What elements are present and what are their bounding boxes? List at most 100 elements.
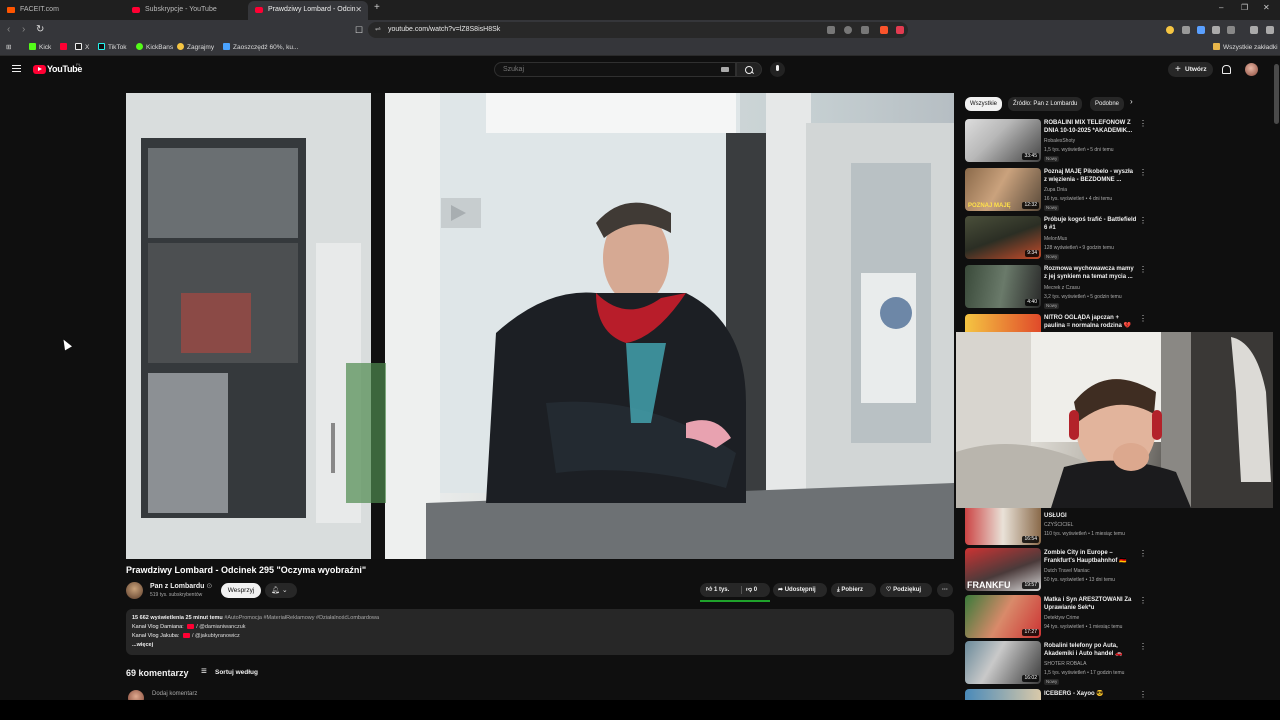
reload-icon[interactable]: ↻ [36, 24, 44, 36]
rec-title[interactable]: USŁUGI [1044, 512, 1144, 520]
support-button[interactable]: Wesprzyj [221, 583, 261, 598]
rec-thumbnail[interactable]: 16:02 [965, 641, 1041, 684]
bookmark-zagrajmy[interactable]: Zagrajmy [177, 42, 214, 54]
rec-title[interactable]: ICEBERG - Xayoo 😎 [1044, 690, 1144, 698]
rec-thumbnail[interactable]: 16:54 [965, 508, 1041, 545]
extension-vpn-icon[interactable] [1182, 26, 1190, 34]
subscribed-notifications-button[interactable]: 🔔︎ ⌄ [265, 583, 297, 598]
apps-grid-icon[interactable]: ⊞ [6, 42, 11, 54]
rec-channel[interactable]: Mecrek z Czasu [1044, 285, 1080, 291]
rec-thumbnail[interactable]: FRANKFU 19:57 [965, 548, 1041, 591]
rec-thumbnail[interactable] [965, 314, 1041, 332]
chip-from-channel[interactable]: Źródło: Pan z Lombardu [1008, 97, 1083, 111]
create-button[interactable]: + Utwórz [1168, 62, 1213, 77]
rec-menu-icon[interactable]: ⋮ [1139, 643, 1147, 651]
video-player[interactable] [126, 93, 954, 559]
more-actions-button[interactable]: ··· [937, 583, 953, 597]
search-button[interactable] [736, 62, 762, 77]
damian-channel-link[interactable]: / @damianiwanczuk [196, 624, 245, 630]
tab-current-video[interactable]: Prawdziwy Lombard - Odcin ✕ [248, 1, 368, 20]
rec-menu-icon[interactable]: ⋮ [1139, 691, 1147, 699]
search-input[interactable]: Szukaj [494, 62, 736, 77]
rec-title[interactable]: Rozmowa wychowawcza mamy z jej synkiem na… [1044, 265, 1144, 281]
chevron-right-icon[interactable]: › [1130, 97, 1133, 106]
rec-channel[interactable]: MelonMus [1044, 236, 1067, 242]
extension-blue-icon[interactable] [1197, 26, 1205, 34]
channel-name[interactable]: Pan z Lombardu ⊙ [150, 582, 212, 590]
extensions-puzzle-icon[interactable] [1212, 26, 1220, 34]
rec-channel[interactable]: Zupa Dnia [1044, 187, 1067, 193]
rec-title[interactable]: Matka i Syn ARESZTOWANI Za Uprawianie Sek… [1044, 596, 1144, 612]
forward-arrow-icon[interactable]: › [22, 24, 25, 36]
rec-title[interactable]: Próbuje kogoś trafić - Battlefield 6 #1 [1044, 216, 1144, 232]
rec-menu-icon[interactable]: ⋮ [1139, 266, 1147, 274]
rec-thumbnail[interactable]: 33:45 [965, 119, 1041, 162]
jakub-channel-link[interactable]: / @jakubtyranowicz [192, 633, 240, 639]
rec-menu-icon[interactable]: ⋮ [1139, 597, 1147, 605]
rewards-icon[interactable] [896, 26, 904, 34]
rec-channel[interactable]: RobalesShoty [1044, 138, 1075, 144]
share-page-icon[interactable] [861, 26, 869, 34]
bookmark-kick[interactable]: Kick [29, 42, 51, 54]
bookmark-promo[interactable]: Zaoszczędź 60%, ku... [223, 42, 298, 54]
rec-thumbnail[interactable] [965, 689, 1041, 700]
chip-all[interactable]: Wszystkie [965, 97, 1002, 111]
rec-channel[interactable]: CZYŚCICIEL [1044, 522, 1073, 528]
account-avatar[interactable] [1245, 63, 1258, 76]
thanks-button[interactable]: ♡ Podziękuj [880, 583, 932, 597]
youtube-logo-icon[interactable] [33, 65, 46, 74]
site-info-icon[interactable]: ⇌ [375, 22, 381, 38]
rec-thumbnail[interactable]: POZNAJ MAJĘ 12:32 [965, 168, 1041, 211]
minimize-button[interactable]: – [1219, 3, 1223, 12]
page-scrollbar[interactable] [1273, 57, 1280, 700]
rec-title[interactable]: ROBALINI MIX TELEFONÓW Z DNIA 10-10-2025 … [1044, 119, 1144, 135]
extension-wallet-icon[interactable] [1166, 26, 1174, 34]
bookmark-icon[interactable]: ☐ [355, 24, 363, 36]
video-description[interactable]: 15 662 wyświetlenia 25 minut temu #AutoP… [126, 609, 954, 655]
browser-menu-icon[interactable] [1266, 26, 1274, 34]
description-hashtags[interactable]: #AutoPromocja #MateriałReklamowy #Działa… [224, 615, 379, 621]
rec-channel[interactable]: Detektyw Crime [1044, 615, 1079, 621]
add-comment-input[interactable]: Dodaj komentarz [152, 691, 197, 697]
description-more-link[interactable]: ...więcej [132, 641, 948, 650]
rec-thumbnail[interactable]: 4:40 [965, 265, 1041, 308]
keyboard-icon[interactable] [721, 67, 729, 72]
zoom-icon[interactable] [844, 26, 852, 34]
close-tab-icon[interactable]: ✕ [355, 1, 362, 19]
like-button[interactable]: 👍︎ 1 tys. [706, 583, 729, 597]
close-window-button[interactable]: ✕ [1263, 3, 1270, 12]
cast-icon[interactable] [827, 26, 835, 34]
all-bookmarks-folder[interactable]: Wszystkie zakładki [1213, 42, 1278, 54]
back-arrow-icon[interactable]: ‹ [7, 24, 10, 36]
tab-faceit[interactable]: FACEIT.com [0, 2, 125, 18]
bookmark-youtube[interactable] [60, 42, 70, 54]
share-button[interactable]: ➦ Udostępnij [773, 583, 827, 597]
media-controls-icon[interactable] [1250, 26, 1258, 34]
rec-title[interactable]: Robalini telefony po Auta, Akademiki i Au… [1044, 642, 1144, 658]
rec-title[interactable]: NITRO OGLĄDA japczan + paulina = normalna… [1044, 314, 1144, 330]
bookmark-kickbans[interactable]: KickBans [136, 42, 173, 54]
rec-menu-icon[interactable]: ⋮ [1139, 550, 1147, 558]
sidebar-toggle-icon[interactable] [1227, 26, 1235, 34]
rec-channel[interactable]: SHOTER ROBALA [1044, 661, 1087, 667]
rec-channel[interactable]: Dutch Travel Maniac [1044, 568, 1090, 574]
rec-menu-icon[interactable]: ⋮ [1139, 169, 1147, 177]
brave-shield-icon[interactable] [880, 26, 888, 34]
rec-title[interactable]: Zombie City in Europe – Frankfurt's Haupt… [1044, 549, 1144, 565]
new-tab-button[interactable]: + [374, 2, 380, 13]
rec-thumbnail[interactable]: 9:34 [965, 216, 1041, 259]
notifications-bell-icon[interactable] [1221, 65, 1231, 74]
scrollbar-thumb[interactable] [1274, 64, 1279, 124]
channel-avatar[interactable] [126, 582, 143, 599]
bookmark-x[interactable]: X [75, 42, 89, 54]
sort-comments-button[interactable]: Sortuj według [201, 667, 258, 678]
dislike-button[interactable]: 👎︎ 0 [746, 583, 757, 597]
rec-menu-icon[interactable]: ⋮ [1139, 315, 1147, 323]
rec-menu-icon[interactable]: ⋮ [1139, 120, 1147, 128]
bookmark-tiktok[interactable]: TikTok [98, 42, 127, 54]
rec-title[interactable]: Poznaj MAJĘ Pikobelo - wyszła z więzienia… [1044, 168, 1144, 184]
tab-subscriptions[interactable]: Subskrypcje - YouTube [125, 2, 247, 18]
rec-thumbnail[interactable]: 17:27 [965, 595, 1041, 638]
voice-search-mic-icon[interactable] [770, 62, 785, 77]
chip-similar[interactable]: Podobne [1090, 97, 1124, 111]
